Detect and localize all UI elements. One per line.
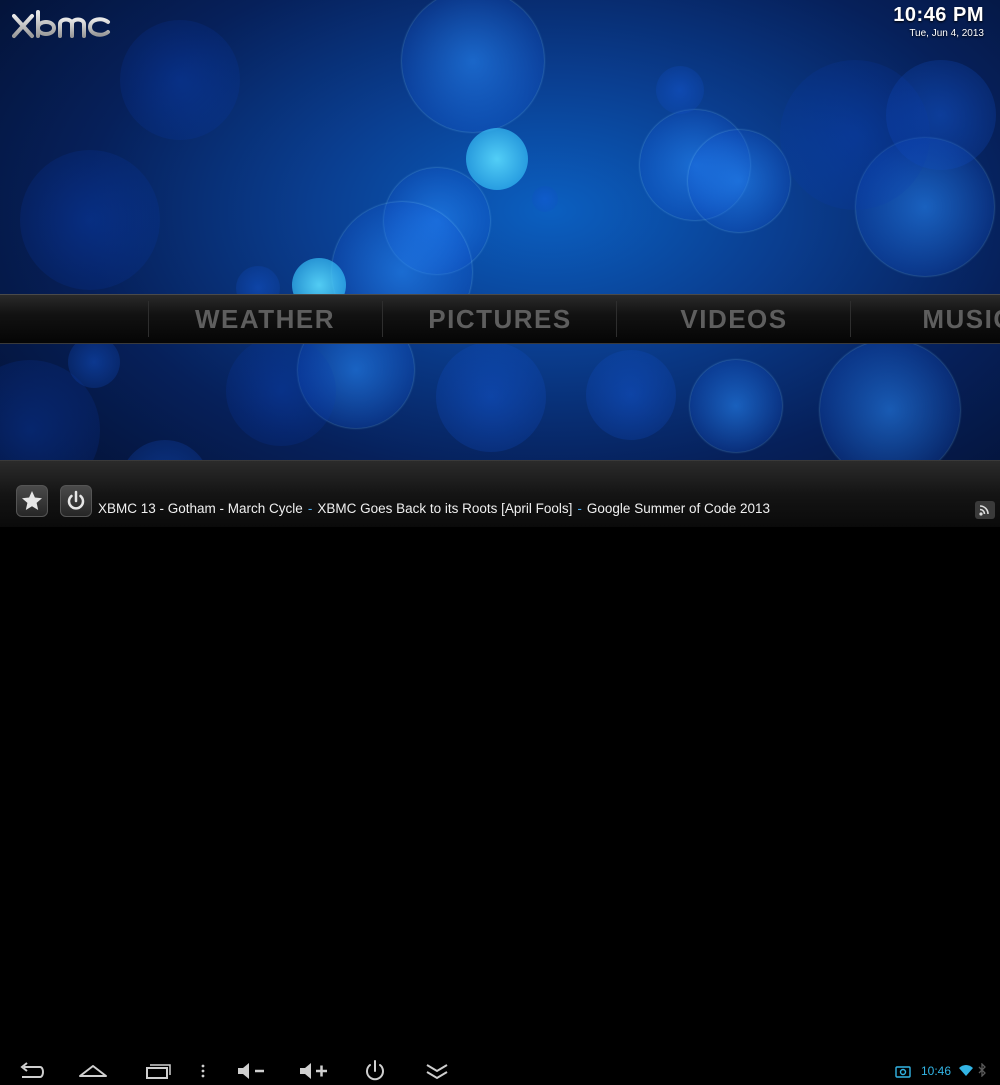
- background-bokeh: [532, 186, 558, 212]
- xbmc-logo: [12, 10, 110, 38]
- ticker-separator: -: [577, 501, 582, 516]
- clock-time: 10:46 PM: [893, 4, 984, 26]
- background-bokeh: [120, 20, 240, 140]
- background-bokeh: [820, 340, 960, 480]
- menu-item-pictures[interactable]: PICTURES: [383, 295, 617, 343]
- home-menu-bar: WEATHER PICTURES VIDEOS MUSIC: [0, 294, 1000, 344]
- background-bokeh: [780, 60, 930, 210]
- bluetooth-icon: [978, 1063, 986, 1077]
- ticker-item[interactable]: XBMC 13 - Gotham - March Cycle: [98, 501, 303, 516]
- background-bokeh: [20, 150, 160, 290]
- menu-dots-icon[interactable]: [186, 1057, 220, 1085]
- menu-item-videos[interactable]: VIDEOS: [617, 295, 851, 343]
- clock-date: Tue, Jun 4, 2013: [909, 28, 984, 39]
- bottom-info-panel: [0, 460, 1000, 527]
- screenshot-notification-icon: [895, 1066, 911, 1078]
- status-bar-time: 10:46: [921, 1064, 952, 1078]
- wifi-icon: [959, 1065, 973, 1076]
- ticker-item[interactable]: Google Summer of Code 2013: [587, 501, 770, 516]
- background-bokeh: [688, 130, 790, 232]
- power-button[interactable]: [60, 485, 92, 517]
- power-icon: [67, 490, 85, 510]
- home-icon[interactable]: [76, 1057, 110, 1085]
- volume-down-icon[interactable]: [234, 1057, 268, 1085]
- back-icon[interactable]: [14, 1057, 48, 1085]
- background-bokeh: [656, 66, 704, 114]
- menu-item-weather[interactable]: WEATHER: [148, 295, 382, 343]
- background-bokeh: [690, 360, 782, 452]
- menu-item-music[interactable]: MUSIC: [851, 295, 1000, 343]
- ticker-item[interactable]: XBMC Goes Back to its Roots [April Fools…: [317, 501, 572, 516]
- background-bokeh: [466, 128, 528, 190]
- hide-bar-icon[interactable]: [420, 1057, 454, 1085]
- ticker-separator: -: [307, 501, 313, 516]
- star-icon: [22, 491, 42, 510]
- background-bokeh: [402, 0, 544, 132]
- favourites-button[interactable]: [16, 485, 48, 517]
- volume-up-icon[interactable]: [296, 1057, 330, 1085]
- android-navigation-bar: 10:46: [0, 527, 1000, 1081]
- clock-widget: 10:46 PM Tue, Jun 4, 2013: [893, 4, 984, 39]
- background-bokeh: [226, 336, 336, 446]
- rss-icon: [975, 501, 995, 519]
- recent-apps-icon[interactable]: [140, 1057, 174, 1085]
- background-bokeh: [586, 350, 676, 440]
- rss-ticker: XBMC 13 - Gotham - March Cycle - XBMC Goes…: [98, 501, 770, 516]
- home-screen: 10:46 PM Tue, Jun 4, 2013 WEATHER PICTUR…: [0, 0, 1000, 527]
- background-bokeh: [436, 342, 546, 452]
- power-icon[interactable]: [358, 1057, 392, 1085]
